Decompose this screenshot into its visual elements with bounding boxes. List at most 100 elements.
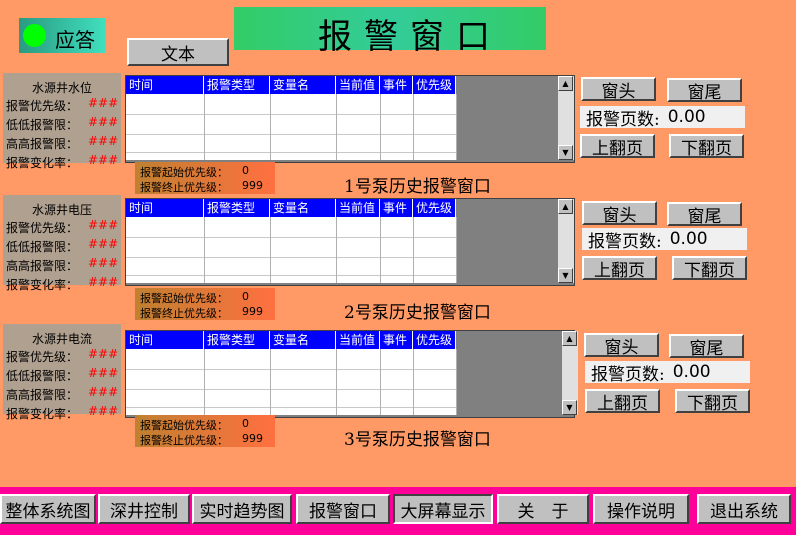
nav-big-screen[interactable]: 大屏幕显示 — [393, 494, 493, 524]
page-count-label: 报警页数: — [591, 364, 665, 385]
scroll-up-icon[interactable]: ▲ — [562, 331, 577, 346]
column-header: 时间 — [126, 331, 204, 349]
scroll-up-icon[interactable]: ▲ — [558, 199, 573, 214]
param-value: ### — [88, 153, 119, 167]
history-title: 3号泵历史报警窗口 — [344, 430, 491, 450]
side-params-2: 水源井电压 报警优先级： ### 低低报警限： ### 高高报警限： ### 报… — [3, 195, 121, 292]
nav-well-control[interactable]: 深井控制 — [98, 494, 190, 524]
param-value: ### — [88, 115, 119, 129]
page-count-value: 0.00 — [672, 362, 711, 382]
range-end-label: 报警终止优先级： — [140, 181, 228, 194]
page-count-label: 报警页数: — [586, 109, 660, 130]
page-count-label: 报警页数: — [588, 231, 662, 252]
page-count-value: 0.00 — [667, 107, 706, 127]
scroll-up-icon[interactable]: ▲ — [558, 76, 573, 91]
column-header: 报警类型 — [204, 199, 270, 217]
history-title: 1号泵历史报警窗口 — [344, 177, 491, 197]
column-header: 时间 — [126, 76, 204, 94]
prev-page-button[interactable]: 上翻页 — [585, 389, 660, 414]
answer-box[interactable]: 应答 — [19, 18, 106, 53]
side-title: 水源井电流 — [31, 332, 92, 346]
range-start-label: 报警起始优先级： — [140, 292, 228, 305]
param-label: 低低报警限： — [6, 240, 79, 254]
tail-button[interactable]: 窗尾 — [667, 202, 742, 227]
nav-overview[interactable]: 整体系统图 — [0, 494, 96, 524]
prev-page-button[interactable]: 上翻页 — [582, 256, 657, 281]
nav-alarm-window[interactable]: 报警窗口 — [296, 494, 390, 524]
tail-button[interactable]: 窗尾 — [667, 78, 742, 103]
table-header: 时间 报警类型 变量名 当前值 事件 优先级 — [126, 76, 456, 94]
param-value: ### — [88, 275, 119, 289]
title-bar: 报警窗口 — [234, 7, 546, 57]
table-scrollbar[interactable]: ▲ ▼ — [561, 331, 578, 415]
scroll-down-icon[interactable]: ▼ — [562, 400, 577, 415]
answer-label: 应答 — [55, 28, 95, 52]
next-page-button[interactable]: 下翻页 — [672, 256, 747, 281]
scroll-down-icon[interactable]: ▼ — [558, 268, 573, 283]
range-start-value: 0 — [242, 417, 249, 430]
param-label: 报警优先级： — [6, 99, 79, 113]
param-value: ### — [88, 347, 119, 361]
table-scrollbar[interactable]: ▲ ▼ — [557, 76, 574, 160]
nav-about[interactable]: 关 于 — [497, 494, 589, 524]
table-body[interactable] — [126, 217, 456, 283]
alarm-table-1[interactable]: 时间 报警类型 变量名 当前值 事件 优先级 ▲ ▼ — [125, 75, 575, 163]
column-header: 变量名 — [270, 331, 336, 349]
head-button[interactable]: 窗头 — [582, 201, 657, 226]
param-label: 高高报警限： — [6, 388, 79, 402]
column-header: 事件 — [380, 199, 413, 217]
param-value: ### — [88, 218, 119, 232]
param-label: 报警变化率： — [6, 278, 79, 292]
column-header: 变量名 — [270, 76, 336, 94]
page-title: 报警窗口 — [318, 17, 502, 57]
column-header: 优先级 — [413, 76, 456, 94]
range-end-value: 999 — [242, 432, 263, 445]
scroll-down-icon[interactable]: ▼ — [558, 145, 573, 160]
alarm-table-2[interactable]: 时间 报警类型 变量名 当前值 事件 优先级 ▲ ▼ — [125, 198, 575, 286]
column-header: 时间 — [126, 199, 204, 217]
priority-range-3: 报警起始优先级： 0 报警终止优先级： 999 — [135, 415, 275, 447]
param-value: ### — [88, 366, 119, 380]
text-button[interactable]: 文本 — [127, 38, 229, 66]
column-header: 优先级 — [413, 199, 456, 217]
column-header: 当前值 — [336, 199, 380, 217]
column-header: 事件 — [380, 331, 413, 349]
next-page-button[interactable]: 下翻页 — [669, 134, 744, 159]
range-end-value: 999 — [242, 179, 263, 192]
column-header: 报警类型 — [204, 76, 270, 94]
table-header: 时间 报警类型 变量名 当前值 事件 优先级 — [126, 331, 456, 349]
table-scrollbar[interactable]: ▲ ▼ — [557, 199, 574, 283]
param-value: ### — [88, 134, 119, 148]
side-title: 水源井水位 — [31, 81, 92, 95]
tail-button[interactable]: 窗尾 — [669, 334, 744, 359]
param-value: ### — [88, 385, 119, 399]
nav-realtime-trend[interactable]: 实时趋势图 — [192, 494, 292, 524]
range-end-value: 999 — [242, 305, 263, 318]
table-body[interactable] — [126, 94, 456, 160]
param-value: ### — [88, 96, 119, 110]
page-count: 报警页数: 0.00 — [585, 361, 750, 385]
param-value: ### — [88, 256, 119, 270]
table-header: 时间 报警类型 变量名 当前值 事件 优先级 — [126, 199, 456, 217]
column-header: 报警类型 — [204, 331, 270, 349]
column-header: 当前值 — [336, 76, 380, 94]
column-header: 优先级 — [413, 331, 456, 349]
page-count: 报警页数: 0.00 — [582, 228, 747, 252]
head-button[interactable]: 窗头 — [584, 333, 659, 358]
param-label: 低低报警限： — [6, 369, 79, 383]
column-header: 事件 — [380, 76, 413, 94]
param-label: 报警优先级： — [6, 350, 79, 364]
range-start-label: 报警起始优先级： — [140, 419, 228, 432]
param-label: 报警变化率： — [6, 156, 79, 170]
nav-exit[interactable]: 退出系统 — [697, 494, 791, 524]
history-title: 2号泵历史报警窗口 — [344, 303, 491, 323]
nav-instructions[interactable]: 操作说明 — [593, 494, 689, 524]
head-button[interactable]: 窗头 — [581, 77, 656, 102]
range-start-value: 0 — [242, 164, 249, 177]
table-body[interactable] — [126, 349, 456, 415]
next-page-button[interactable]: 下翻页 — [675, 389, 750, 414]
prev-page-button[interactable]: 上翻页 — [580, 134, 655, 159]
page-count-value: 0.00 — [669, 229, 708, 249]
page-count: 报警页数: 0.00 — [580, 106, 745, 130]
alarm-table-3[interactable]: 时间 报警类型 变量名 当前值 事件 优先级 ▲ ▼ — [125, 330, 578, 418]
